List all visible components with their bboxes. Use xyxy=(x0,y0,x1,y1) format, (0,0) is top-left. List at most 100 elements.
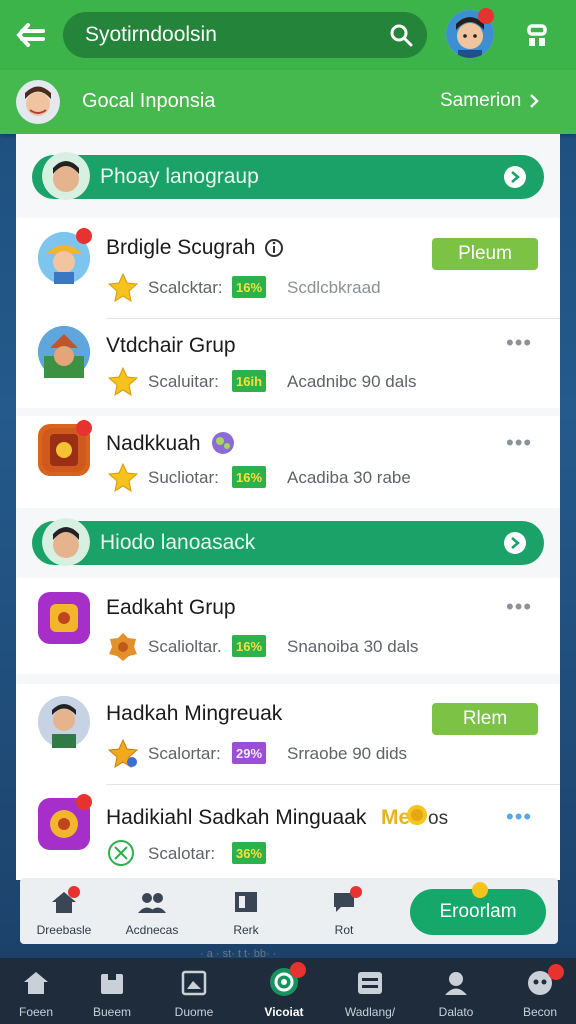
row-divider xyxy=(106,318,560,319)
notification-badge xyxy=(76,228,92,244)
row-label: Scaluitar: xyxy=(148,372,219,391)
star-icon xyxy=(107,738,139,769)
notification-badge xyxy=(548,964,564,980)
notification-badge xyxy=(68,886,80,898)
coin-icon xyxy=(472,882,488,898)
section-title: Phoay lanograup xyxy=(100,165,259,188)
share-icon[interactable] xyxy=(522,20,554,52)
nav-label: Vicoiat xyxy=(264,1005,304,1019)
quick-action-label: Acdnecas xyxy=(125,923,179,937)
row-detail: Scdlcbkraad xyxy=(287,278,381,297)
bottom-navigation: Foeen Bueem Duome Vicoiat Wadlang/ Dalat… xyxy=(0,958,576,1024)
gallery-icon xyxy=(180,970,208,1001)
section-avatar xyxy=(42,152,90,200)
star-icon xyxy=(107,272,139,303)
group-bar: Gocal Inponsia Samerion xyxy=(0,70,576,134)
join-button[interactable]: Rlem xyxy=(432,703,538,735)
more-options-icon[interactable]: ••• xyxy=(506,430,532,456)
percentage-tag: 29% xyxy=(232,742,267,764)
people-icon xyxy=(137,890,167,919)
row-label: Scalortar: xyxy=(148,744,221,763)
game-box-icon xyxy=(38,592,90,644)
row-title: Eadkaht Grup xyxy=(106,596,236,619)
badge-icon xyxy=(108,632,138,662)
chevron-right-icon xyxy=(529,93,540,109)
search-icon[interactable] xyxy=(389,23,413,47)
more-options-icon[interactable]: ••• xyxy=(506,804,532,830)
notification-badge xyxy=(478,8,494,24)
row-detail: Acadiba 30 rabe xyxy=(287,468,411,487)
quick-action-label: Rot xyxy=(334,923,354,937)
row-title: Hadikiahl Sadkah Minguaak xyxy=(106,806,367,829)
row-detail: Acadnibc 90 dals xyxy=(287,372,417,391)
nav-item-user[interactable]: Becon xyxy=(504,958,576,1024)
percentage-tag: 16% xyxy=(232,276,267,298)
section-header-2[interactable]: Hiodo lanoasack xyxy=(32,518,544,566)
section-avatar xyxy=(42,518,90,566)
home-icon xyxy=(22,970,50,1001)
row-label: Sucliotar: xyxy=(148,468,219,487)
list-icon xyxy=(356,970,384,1001)
row-title: Hadkah Mingreuak xyxy=(106,702,283,725)
row-detail: Srraobe 90 dids xyxy=(287,744,408,763)
folder-icon xyxy=(98,970,126,1001)
check-circle-icon xyxy=(106,838,136,868)
group-action-link[interactable]: Samerion xyxy=(440,90,540,112)
chevron-right-icon[interactable] xyxy=(504,532,526,554)
nav-label: Dalato xyxy=(438,1005,474,1019)
row-label: Scalotar: xyxy=(148,844,216,863)
notification-badge xyxy=(76,794,92,810)
row-title: Vtdchair Grup xyxy=(106,334,236,357)
percentage-tag: 16ih xyxy=(232,370,267,392)
nav-label: Duome xyxy=(174,1005,214,1019)
row-divider xyxy=(106,784,560,785)
quick-action-label: Rerk xyxy=(233,923,259,937)
nav-item-active[interactable]: Vicoiat xyxy=(248,958,320,1024)
row-label: Scalcktar: xyxy=(148,278,223,297)
quick-action-label: Dreebasle xyxy=(36,923,92,937)
quick-action-accounts[interactable]: Acdnecas xyxy=(112,878,192,944)
builder-avatar-icon xyxy=(38,326,90,378)
section-title: Hiodo lanoasack xyxy=(100,531,256,554)
group-card xyxy=(16,416,560,508)
nav-label: Becon xyxy=(522,1005,558,1019)
percentage-tag: 16% xyxy=(232,635,267,657)
notification-badge xyxy=(350,886,362,898)
star-icon xyxy=(107,462,139,493)
percentage-tag: 36% xyxy=(232,842,267,864)
row-detail: Snanoiba 30 dals xyxy=(287,637,419,656)
nav-item-home[interactable]: Foeen xyxy=(0,958,72,1024)
group-card xyxy=(16,578,560,674)
notification-badge xyxy=(76,420,92,436)
globe-icon xyxy=(210,430,236,461)
search-bar[interactable]: Syotirndoolsin xyxy=(63,12,427,58)
notification-badge xyxy=(290,962,306,978)
quick-action-home[interactable]: Dreebasle xyxy=(24,878,104,944)
more-options-icon[interactable]: ••• xyxy=(506,594,532,620)
group-action-label: Samerion xyxy=(440,90,522,111)
nav-label: Wadlang/ xyxy=(344,1005,396,1019)
more-options-icon[interactable]: ••• xyxy=(506,330,532,356)
star-icon xyxy=(107,366,139,397)
person-icon xyxy=(442,970,470,1001)
row-title: Brdigle Scugrah xyxy=(106,236,256,259)
quick-action-rank[interactable]: Rerk xyxy=(206,878,286,944)
group-avatar[interactable] xyxy=(16,80,60,124)
nav-item-list[interactable]: Wadlang/ xyxy=(334,958,406,1024)
row-title: Nadkkuah xyxy=(106,432,201,455)
nav-item-gallery[interactable]: Duome xyxy=(158,958,230,1024)
group-title: Gocal Inponsia xyxy=(82,90,216,112)
top-bar: Syotirndoolsin xyxy=(0,0,576,70)
join-button[interactable]: Pleum xyxy=(432,238,538,270)
tag-icon xyxy=(233,890,259,919)
nav-item-person[interactable]: Dalato xyxy=(420,958,492,1024)
row-title-suffix: os xyxy=(428,808,449,829)
back-arrow-icon[interactable] xyxy=(14,20,48,50)
nav-item-folder[interactable]: Bueem xyxy=(76,958,148,1024)
search-input[interactable]: Syotirndoolsin xyxy=(85,23,389,47)
chevron-right-icon[interactable] xyxy=(504,166,526,188)
nav-label: Bueem xyxy=(92,1005,132,1019)
nav-label: Foeen xyxy=(18,1005,54,1019)
section-header-1[interactable]: Phoay lanograup xyxy=(32,152,544,200)
quick-action-rot[interactable]: Rot xyxy=(304,878,384,944)
